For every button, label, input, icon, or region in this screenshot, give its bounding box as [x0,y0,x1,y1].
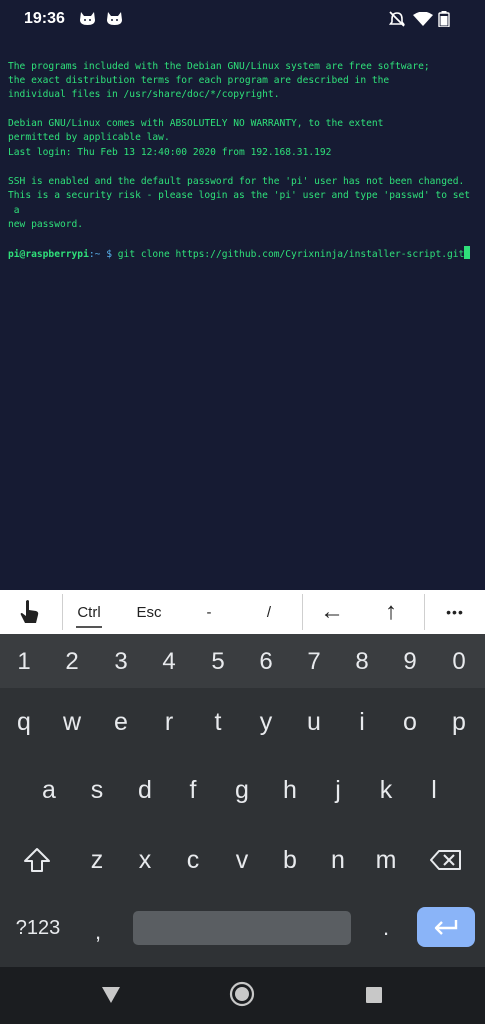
command-line[interactable]: pi@raspberrypi:~ $ git clone https://git… [8,246,471,262]
key-n[interactable]: n [315,838,361,882]
recents-square-icon[interactable] [365,986,383,1004]
left-arrow-key[interactable]: ← [307,590,357,634]
key-g[interactable]: g [219,768,265,812]
clock: 19:36 [24,10,65,27]
key-f[interactable]: f [170,768,216,812]
key-d[interactable]: d [122,768,168,812]
key-1[interactable]: 1 [1,640,47,684]
shift-arrow-icon [24,848,50,872]
key-t[interactable]: t [195,700,241,744]
symbols-key[interactable]: ?123 [4,906,72,950]
terminal-line: permitted by applicable law. [8,132,170,143]
comma-key[interactable]: , [80,910,116,954]
enter-key[interactable] [417,907,475,947]
terminal-line: the exact distribution terms for each pr… [8,75,390,86]
key-9[interactable]: 9 [387,640,433,684]
key-y[interactable]: y [243,700,289,744]
key-4[interactable]: 4 [146,640,192,684]
key-z[interactable]: z [74,838,120,882]
extra-keys-divider [424,594,425,630]
key-a[interactable]: a [26,768,72,812]
terminal-line: Debian GNU/Linux comes with ABSOLUTELY N… [8,118,384,129]
touch-mode-button[interactable] [8,590,52,634]
touch-hand-icon [20,600,39,623]
terminal-line: a [8,205,20,216]
status-bar: 19:36 [0,0,485,40]
terminal-line: Last login: Thu Feb 13 12:40:00 2020 fro… [8,147,332,158]
ctrl-active-indicator [76,626,102,628]
key-7[interactable]: 7 [291,640,337,684]
extra-keys-bar: Ctrl Esc - / ← ↑ ••• [0,590,485,634]
backspace-key[interactable] [422,838,470,882]
key-2[interactable]: 2 [49,640,95,684]
key-k[interactable]: k [363,768,409,812]
space-bar[interactable] [133,911,351,945]
prompt-user: pi@raspberrypi [8,249,89,260]
enter-arrow-icon [434,920,458,935]
terminal-line: The programs included with the Debian GN… [8,61,430,72]
key-8[interactable]: 8 [339,640,385,684]
home-circle-icon[interactable] [229,981,255,1007]
key-w[interactable]: w [49,700,95,744]
extra-keys-divider [302,594,303,630]
dash-key[interactable]: - [184,590,234,634]
key-p[interactable]: p [436,700,482,744]
key-u[interactable]: u [291,700,337,744]
terminal-line: This is a security risk - please login a… [8,190,471,201]
key-s[interactable]: s [74,768,120,812]
key-h[interactable]: h [267,768,313,812]
shift-key[interactable] [13,838,61,882]
key-r[interactable]: r [146,700,192,744]
battery-icon [438,11,450,27]
up-arrow-key[interactable]: ↑ [366,590,416,634]
key-j[interactable]: j [315,768,361,812]
cat-notification-icon [107,12,122,25]
prompt-path: :~ $ [88,249,112,260]
key-6[interactable]: 6 [243,640,289,684]
system-navigation-bar [0,967,485,1024]
key-5[interactable]: 5 [195,640,241,684]
key-e[interactable]: e [98,700,144,744]
terminal-output[interactable]: The programs included with the Debian GN… [0,40,485,590]
key-c[interactable]: c [170,838,216,882]
back-triangle-icon[interactable] [101,986,121,1004]
key-3[interactable]: 3 [98,640,144,684]
esc-key[interactable]: Esc [124,590,174,634]
key-l[interactable]: l [411,768,457,812]
key-v[interactable]: v [219,838,265,882]
do-not-disturb-icon [389,11,405,27]
wifi-icon [413,12,433,26]
key-q[interactable]: q [1,700,47,744]
period-key[interactable]: . [368,906,404,950]
terminal-line: individual files in /usr/share/doc/*/cop… [8,89,280,100]
key-x[interactable]: x [122,838,168,882]
slash-key[interactable]: / [244,590,294,634]
key-0[interactable]: 0 [436,640,482,684]
key-i[interactable]: i [339,700,385,744]
terminal-line: SSH is enabled and the default password … [8,176,465,187]
key-m[interactable]: m [363,838,409,882]
cat-notification-icon [80,12,95,25]
more-options-key[interactable]: ••• [430,590,480,634]
text-cursor [464,246,471,259]
command-text[interactable]: git clone https://github.com/Cyrixninja/… [118,249,465,260]
terminal-line: new password. [8,219,84,230]
backspace-icon [430,850,461,870]
key-b[interactable]: b [267,838,313,882]
extra-keys-divider [62,594,63,630]
key-o[interactable]: o [387,700,433,744]
